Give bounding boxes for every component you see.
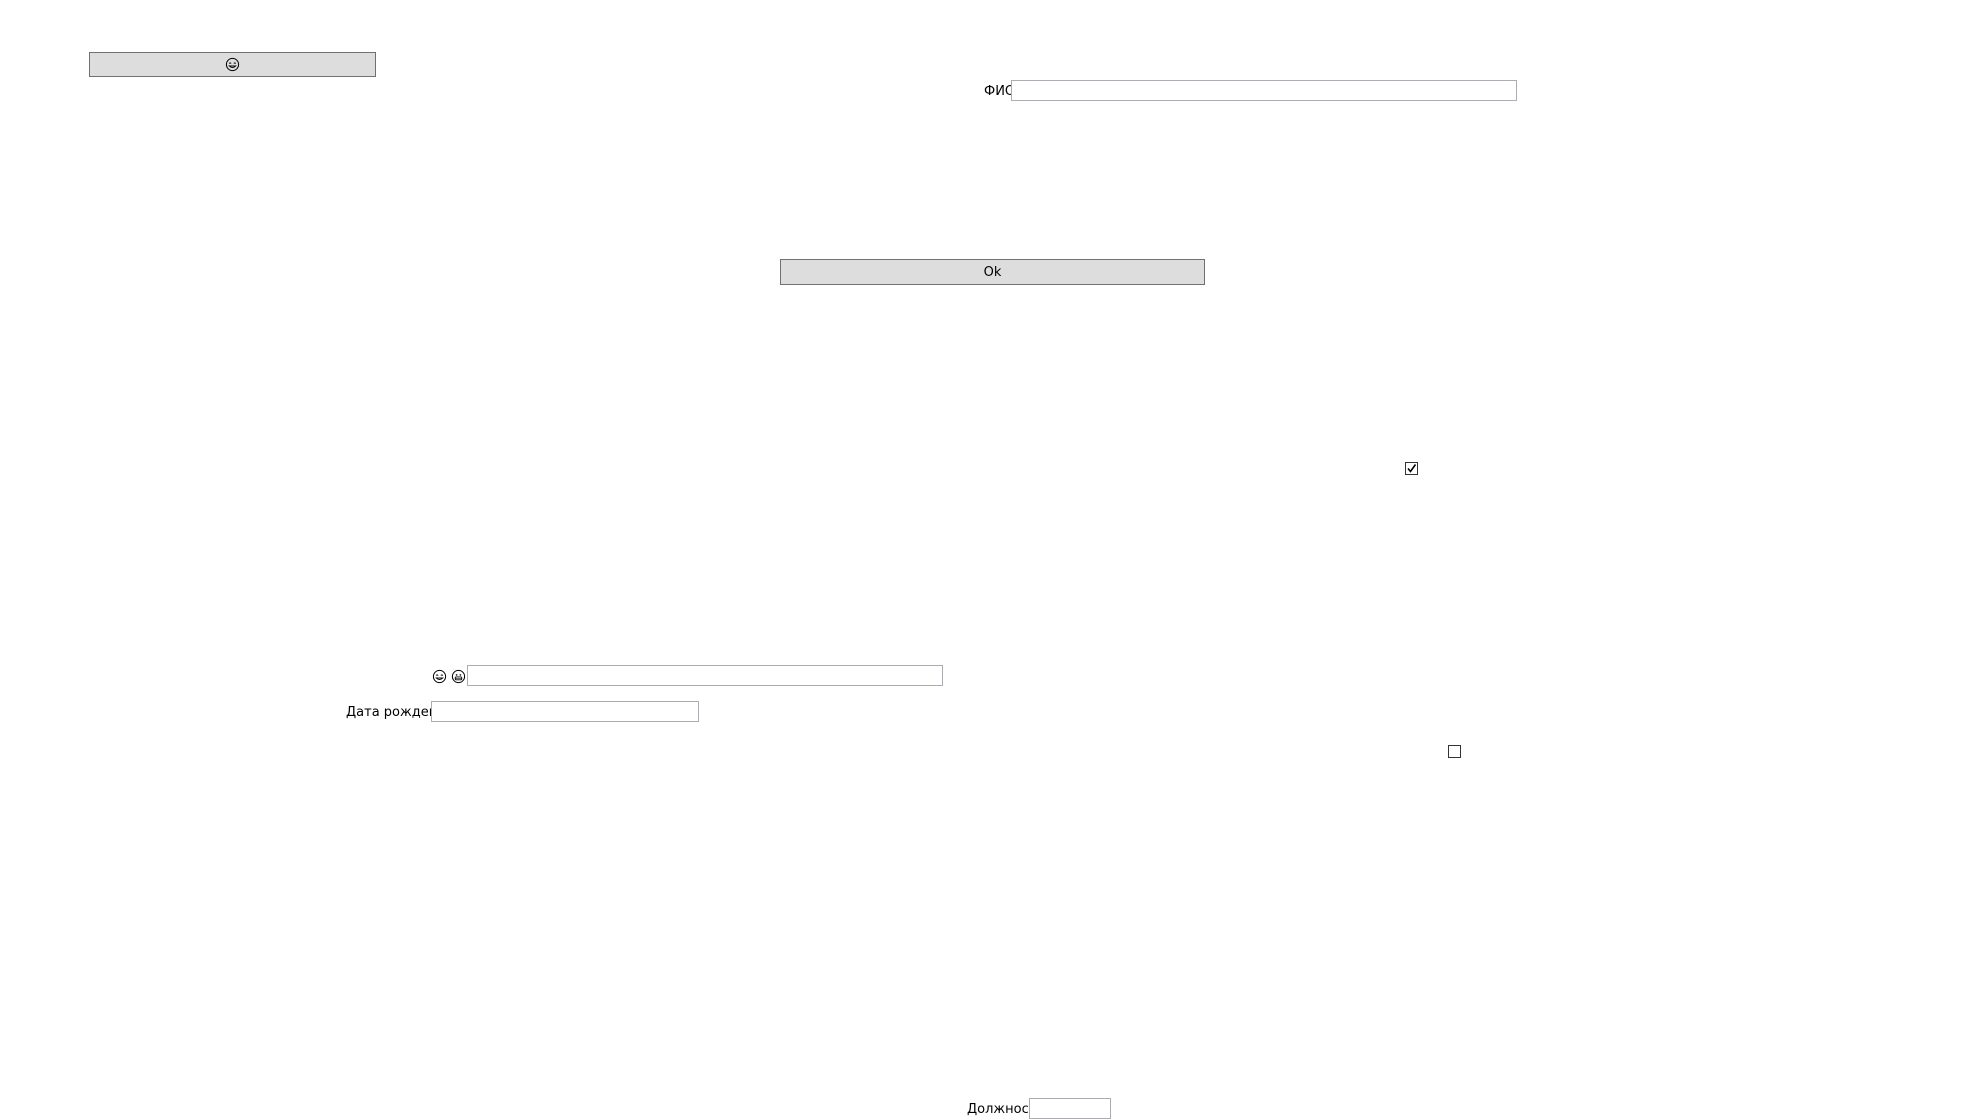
birth-date-input[interactable] — [431, 701, 699, 722]
smiley-face-icon — [225, 57, 241, 73]
checkbox-unchecked[interactable] — [1448, 745, 1461, 758]
emoji-row-input[interactable] — [467, 665, 943, 686]
ok-button-label: Ok — [983, 264, 1002, 280]
smiley-face-icon — [431, 668, 447, 684]
checkbox-checked[interactable] — [1405, 462, 1418, 475]
fio-input[interactable] — [1011, 80, 1517, 101]
ok-button[interactable]: Ok — [780, 259, 1205, 285]
grin-face-icon — [450, 668, 466, 684]
top-emoji-button[interactable] — [89, 52, 376, 77]
checkmark-icon — [1407, 464, 1417, 473]
position-input[interactable] — [1029, 1098, 1111, 1119]
